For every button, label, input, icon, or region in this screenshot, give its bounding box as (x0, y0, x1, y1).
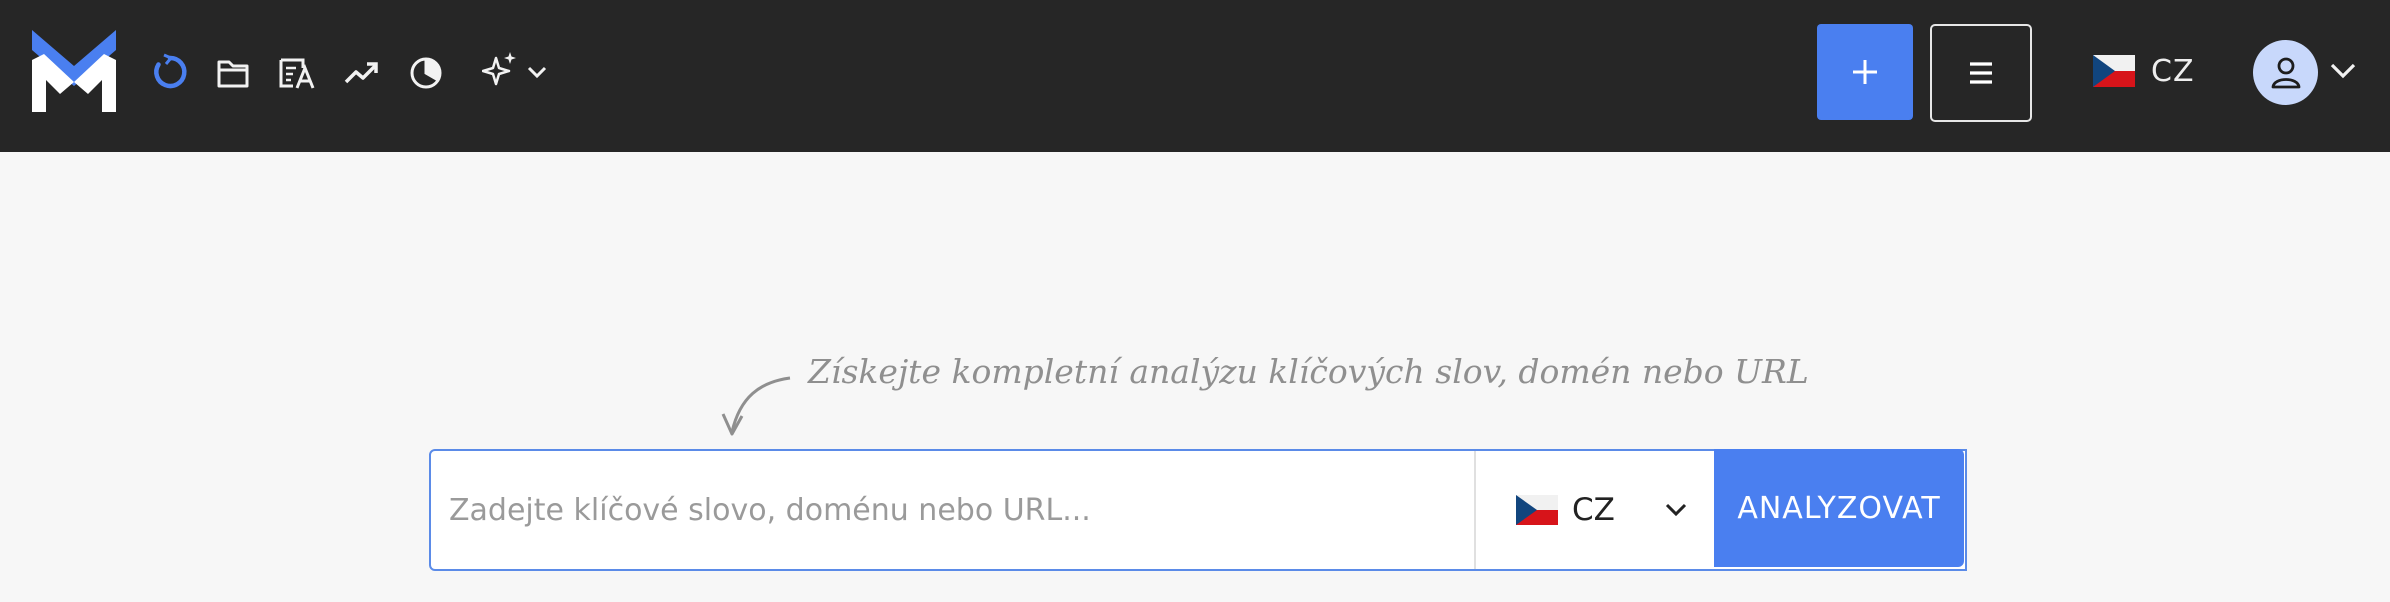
czech-flag-icon (1516, 495, 1558, 525)
search-hint: Získejte kompletní analýzu klíčových slo… (808, 352, 1809, 391)
app-logo[interactable] (32, 30, 116, 112)
trend-up-icon[interactable] (341, 50, 381, 94)
user-avatar[interactable] (2253, 40, 2318, 105)
search-input[interactable] (431, 451, 1471, 569)
plus-icon (1853, 60, 1877, 84)
language-selector[interactable]: CZ (2093, 50, 2195, 92)
analyze-button[interactable]: ANALYZOVAT (1714, 449, 1964, 567)
refresh-circle-icon[interactable] (150, 50, 190, 94)
ai-tools-menu[interactable] (481, 50, 552, 94)
user-icon (2271, 57, 2300, 88)
add-button[interactable] (1817, 24, 1913, 120)
czech-flag-icon (2093, 55, 2135, 87)
top-navigation-bar: CZ (0, 0, 2390, 152)
pie-chart-icon[interactable] (406, 50, 446, 94)
curved-arrow-icon (721, 376, 791, 436)
folder-icon[interactable] (213, 50, 253, 94)
sparkles-icon (481, 52, 547, 86)
translate-doc-icon[interactable] (277, 50, 317, 94)
country-code: CZ (1572, 492, 1615, 528)
chevron-down-icon (1665, 503, 1686, 517)
language-code: CZ (2151, 53, 2195, 89)
chevron-down-icon[interactable] (2328, 56, 2358, 86)
menu-button[interactable] (1930, 24, 2032, 122)
hamburger-icon (1970, 62, 1992, 84)
country-select[interactable]: CZ (1476, 451, 1712, 569)
